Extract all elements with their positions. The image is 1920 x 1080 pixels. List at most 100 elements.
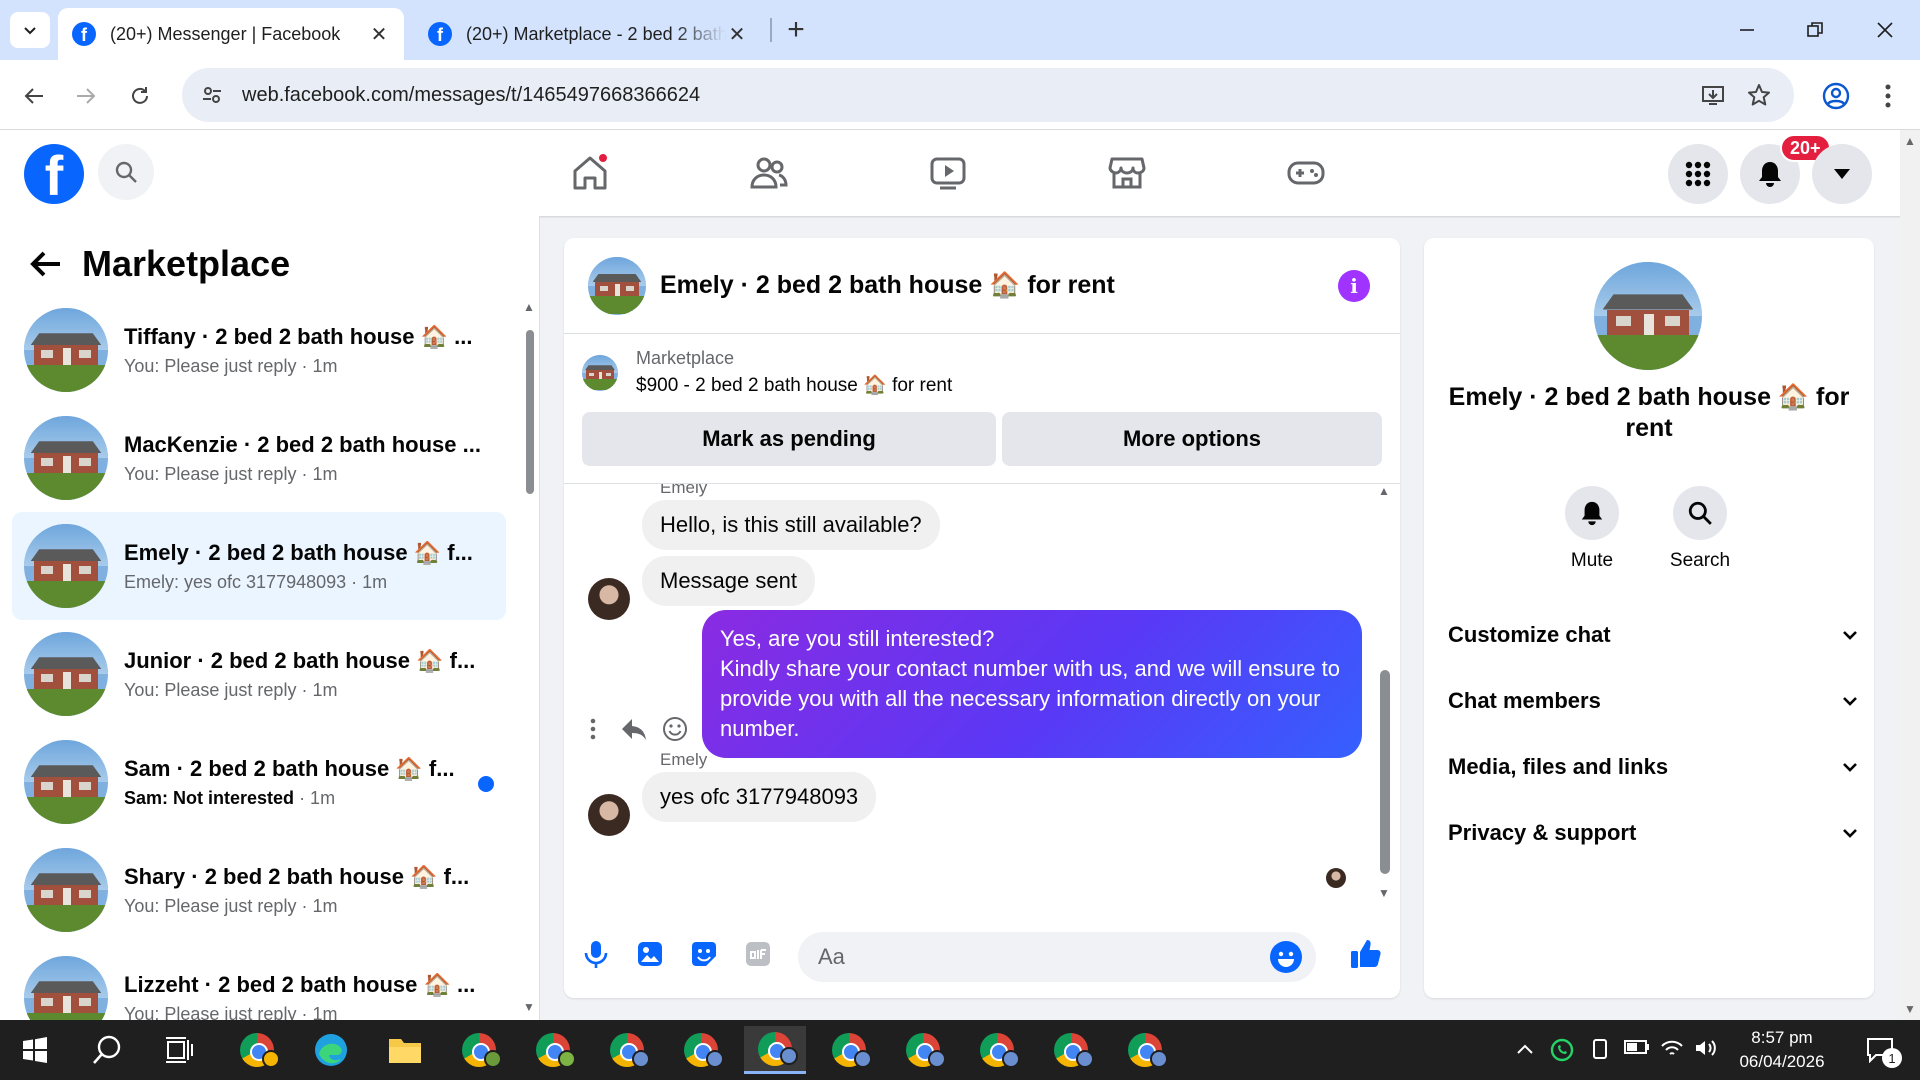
sender-avatar[interactable] (588, 794, 630, 836)
scroll-down-icon[interactable]: ▼ (1904, 1002, 1916, 1016)
scroll-down-icon[interactable]: ▼ (523, 1000, 535, 1014)
emoji-button[interactable] (1270, 941, 1302, 973)
whatsapp-icon[interactable] (1550, 1038, 1574, 1068)
chat-scrollbar[interactable]: ▲ ▼ (1378, 484, 1392, 906)
like-button[interactable] (1346, 934, 1386, 974)
taskbar-search-button[interactable] (76, 1026, 138, 1074)
taskbar-chrome-profile[interactable] (448, 1026, 510, 1074)
nav-friends[interactable] (704, 140, 834, 206)
scroll-down-icon[interactable]: ▼ (1378, 886, 1390, 900)
scroll-up-icon[interactable]: ▲ (1378, 484, 1390, 498)
nav-video[interactable] (883, 140, 1013, 206)
section-media-files-links[interactable]: Media, files and links (1448, 742, 1858, 792)
listing-summary[interactable]: Marketplace $900 - 2 bed 2 bath house 🏠 … (582, 348, 952, 397)
close-window-button[interactable] (1860, 10, 1910, 50)
taskbar-chrome-profile[interactable] (892, 1026, 954, 1074)
mark-as-pending-button[interactable]: Mark as pending (582, 412, 996, 466)
back-button[interactable] (24, 242, 68, 286)
profile-button[interactable] (1816, 76, 1856, 116)
smile-icon[interactable] (662, 716, 688, 742)
reload-button[interactable] (120, 76, 160, 116)
reply-icon[interactable] (620, 716, 648, 742)
incoming-message[interactable]: Message sent (642, 556, 815, 606)
chat-header[interactable]: Emely · 2 bed 2 bath house 🏠 for rent i (564, 238, 1400, 334)
conversation-item[interactable]: Tiffany · 2 bed 2 bath house 🏠 ... You: … (12, 296, 506, 404)
more-options-button[interactable]: More options (1002, 412, 1382, 466)
section-customize-chat[interactable]: Customize chat (1448, 610, 1858, 660)
new-tab-button[interactable]: + (778, 12, 814, 48)
facebook-logo[interactable]: f (24, 144, 84, 204)
bookmark-star-icon[interactable] (1734, 68, 1784, 122)
task-view-button[interactable] (148, 1026, 210, 1074)
close-icon[interactable]: ✕ (726, 23, 748, 46)
sidebar-scroll-thumb[interactable] (526, 330, 534, 494)
taskbar-chrome-profile[interactable] (1040, 1026, 1102, 1074)
search-in-chat-button[interactable]: Search (1660, 486, 1740, 572)
preview-time: · 1m (301, 463, 338, 484)
page-scrollbar[interactable]: ▲ ▼ (1900, 130, 1920, 1020)
conversation-item[interactable]: Shary · 2 bed 2 bath house 🏠 f... You: P… (12, 836, 506, 944)
taskbar-chrome-profile[interactable] (818, 1026, 880, 1074)
nav-home[interactable] (525, 140, 655, 206)
battery-icon[interactable] (1624, 1038, 1650, 1061)
notification-center-button[interactable]: 1 (1850, 1026, 1910, 1074)
minimize-button[interactable] (1722, 10, 1772, 50)
tray-chevron-up-icon[interactable] (1516, 1038, 1534, 1061)
scroll-up-icon[interactable]: ▲ (1904, 134, 1916, 148)
install-app-icon[interactable] (1688, 68, 1738, 122)
nav-marketplace[interactable] (1062, 140, 1192, 206)
taskbar-chrome-profile[interactable] (670, 1026, 732, 1074)
device-icon[interactable] (1590, 1038, 1610, 1066)
wifi-icon[interactable] (1660, 1038, 1684, 1064)
tab-marketplace[interactable]: f (20+) Marketplace - 2 bed 2 bath ✕ (414, 8, 762, 60)
tab-search-button[interactable] (10, 12, 50, 48)
facebook-search-button[interactable] (98, 144, 154, 200)
tab-messenger[interactable]: f (20+) Messenger | Facebook ✕ (58, 8, 404, 60)
nav-gaming[interactable] (1241, 140, 1371, 206)
scroll-up-icon[interactable]: ▲ (523, 300, 535, 314)
info-icon[interactable]: i (1338, 270, 1370, 302)
restore-button[interactable] (1790, 10, 1840, 50)
account-button[interactable] (1812, 144, 1872, 204)
more-vertical-icon[interactable] (580, 716, 606, 742)
taskbar-file-explorer[interactable] (374, 1026, 436, 1074)
tab-title: (20+) Marketplace - 2 bed 2 bath (466, 23, 726, 44)
taskbar-chrome-profile[interactable] (522, 1026, 584, 1074)
incoming-message[interactable]: Hello, is this still available? (642, 500, 940, 550)
gif-button[interactable] (738, 934, 778, 974)
section-chat-members[interactable]: Chat members (1448, 676, 1858, 726)
task-view-icon (166, 1037, 193, 1063)
outgoing-message[interactable]: Yes, are you still interested? Kindly sh… (702, 610, 1362, 758)
mute-button[interactable]: Mute (1552, 486, 1632, 572)
sticker-button[interactable] (684, 934, 724, 974)
message-input[interactable]: Aa (798, 932, 1316, 982)
taskbar-clock[interactable]: 8:57 pm 06/04/2026 (1714, 1026, 1850, 1074)
conversation-item[interactable]: Junior · 2 bed 2 bath house 🏠 f... You: … (12, 620, 506, 728)
taskbar-chrome-profile[interactable] (1114, 1026, 1176, 1074)
voice-clip-button[interactable] (576, 934, 616, 974)
sidebar-scrollbar[interactable]: ▲ ▼ (522, 296, 536, 1020)
taskbar-chrome-app[interactable] (226, 1026, 288, 1074)
start-button[interactable] (4, 1026, 66, 1074)
sender-avatar[interactable] (588, 578, 630, 620)
address-bar[interactable]: web.facebook.com/messages/t/146549766836… (182, 68, 1794, 122)
conversation-item-selected[interactable]: Emely · 2 bed 2 bath house 🏠 f... Emely:… (12, 512, 506, 620)
taskbar-chrome-profile[interactable] (966, 1026, 1028, 1074)
conversation-item[interactable]: Lizzeht · 2 bed 2 bath house 🏠 ... You: … (12, 944, 506, 1020)
taskbar-edge-app[interactable] (300, 1026, 362, 1074)
incoming-message[interactable]: yes ofc 3177948093 (642, 772, 877, 822)
conversation-item-unread[interactable]: Sam · 2 bed 2 bath house 🏠 f... Sam: Not… (12, 728, 506, 836)
section-privacy-support[interactable]: Privacy & support (1448, 808, 1858, 858)
attach-photo-button[interactable] (630, 934, 670, 974)
taskbar-chrome-profile-active[interactable] (744, 1026, 806, 1074)
taskbar-chrome-profile[interactable] (596, 1026, 658, 1074)
conversation-item[interactable]: MacKenzie · 2 bed 2 bath house ... You: … (12, 404, 506, 512)
chevron-down-icon (24, 27, 36, 35)
menu-button[interactable] (1668, 144, 1728, 204)
close-icon[interactable]: ✕ (368, 23, 390, 46)
browser-menu-button[interactable] (1868, 76, 1908, 116)
site-settings-icon[interactable] (182, 84, 242, 106)
back-button[interactable] (14, 76, 54, 116)
chat-scroll-thumb[interactable] (1380, 670, 1390, 874)
forward-button[interactable] (66, 76, 106, 116)
